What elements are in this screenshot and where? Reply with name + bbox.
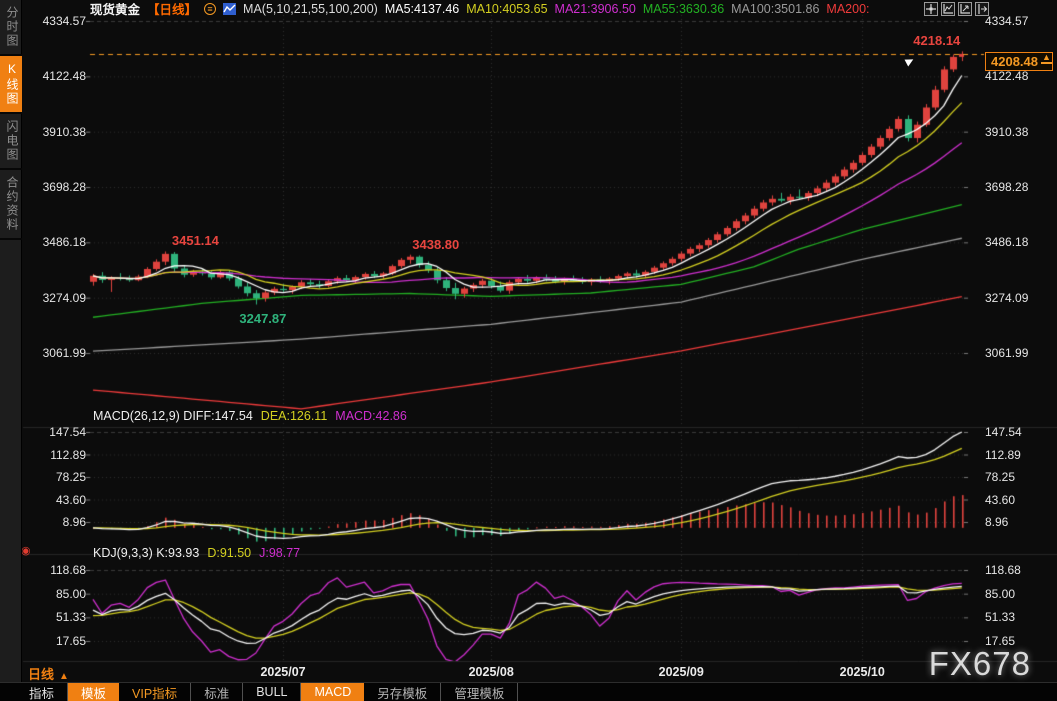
toolbar-item-MACD[interactable]: MACD: [301, 683, 364, 701]
bottom-toolbar: 指标模板VIP指标标准BULLMACD另存模板管理模板: [0, 682, 1057, 701]
trading-app: 分时图K线图闪电图合约资料 现货黄金【日线】 ≡ MA(5,10,21,55,1…: [0, 0, 1057, 701]
ma55-value: MA55:3630.36: [643, 2, 724, 16]
period-selector[interactable]: 日线 ▲: [28, 664, 69, 683]
toolbar-item-VIP指标[interactable]: VIP指标: [119, 683, 191, 701]
ma21-value: MA21:3906.50: [555, 2, 636, 16]
macd-macd-value: MACD:42.86: [335, 409, 407, 423]
toolbar-item-BULL[interactable]: BULL: [243, 683, 301, 701]
macd-header: MACD(26,12,9) DIFF:147.54 DEA:126.11 MACD:…: [93, 409, 415, 423]
ma10-value: MA10:4053.65: [466, 2, 547, 16]
kdj-title: KDJ(9,3,3) K:93.93: [93, 546, 199, 560]
x-axis-row: 日线 ▲: [0, 663, 1057, 682]
sidebar-tab-合约资料[interactable]: 合约资料: [0, 170, 22, 240]
indicator-panel-icon[interactable]: [958, 2, 972, 16]
indicator-alert-icon[interactable]: ◉: [21, 544, 31, 557]
chart-header: 现货黄金【日线】 ≡ MA(5,10,21,55,100,200) MA5:41…: [90, 1, 870, 16]
kdj-header: KDJ(9,3,3) K:93.93 D:91.50 J:98.77: [93, 546, 308, 560]
symbol-name: 现货黄金: [90, 0, 140, 18]
new-panel-icon[interactable]: [941, 2, 955, 16]
scroll-to-latest-icon[interactable]: ▲: [1041, 53, 1052, 64]
header-tools: [924, 2, 989, 16]
collapse-right-icon[interactable]: [975, 2, 989, 16]
left-sidebar: 分时图K线图闪电图合约资料: [0, 0, 22, 682]
crosshair-icon[interactable]: [924, 2, 938, 16]
toolbar-item-模板[interactable]: 模板: [68, 683, 119, 701]
chart-style-icon[interactable]: [223, 3, 236, 15]
sidebar-tab-K线图[interactable]: K线图: [0, 56, 22, 114]
ma200-value: MA200:: [826, 2, 869, 16]
macd-title: MACD(26,12,9) DIFF:147.54: [93, 409, 253, 423]
symbol-menu-icon[interactable]: ≡: [204, 3, 216, 15]
ma-overview-label: MA(5,10,21,55,100,200): [243, 2, 378, 16]
ma5-value: MA5:4137.46: [385, 2, 459, 16]
chart-canvas[interactable]: [0, 0, 1057, 701]
watermark: FX678: [929, 645, 1031, 683]
sidebar-tab-分时图[interactable]: 分时图: [0, 0, 22, 56]
toolbar-item-指标[interactable]: 指标: [16, 683, 68, 701]
chevron-up-icon: ▲: [59, 671, 69, 682]
toolbar-item-管理模板[interactable]: 管理模板: [441, 683, 518, 701]
period-text: 日线: [28, 667, 54, 682]
kdj-d-value: D:91.50: [207, 546, 251, 560]
period-badge[interactable]: 【日线】: [147, 0, 197, 18]
toolbar-item-标准[interactable]: 标准: [191, 683, 243, 701]
kdj-j-value: J:98.77: [259, 546, 300, 560]
macd-dea-value: DEA:126.11: [261, 409, 327, 423]
ma100-value: MA100:3501.86: [731, 2, 819, 16]
sidebar-tab-闪电图[interactable]: 闪电图: [0, 114, 22, 170]
toolbar-item-另存模板[interactable]: 另存模板: [364, 683, 441, 701]
